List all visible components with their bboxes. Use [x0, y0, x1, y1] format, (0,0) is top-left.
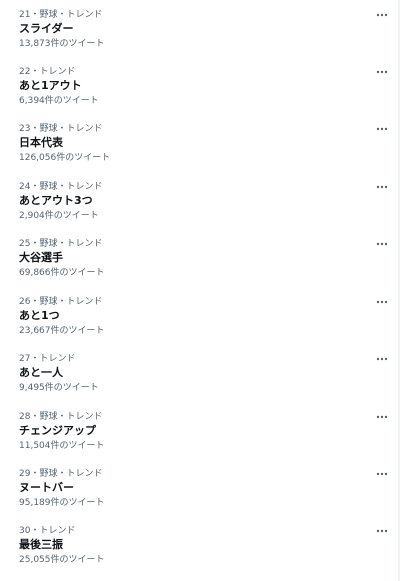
trend-name: 最後三振: [19, 538, 63, 551]
trend-meta: 24・野球・トレンド: [19, 182, 103, 192]
trend-tweet-count: 69,866件のツイート: [19, 268, 105, 278]
trend-item[interactable]: 24・野球・トレンド あとアウト3つ 2,904件のツイート: [0, 172, 396, 229]
more-icon: [376, 300, 388, 304]
trend-item[interactable]: 29・野球・トレンド ヌートバー 95,189件のツイート: [0, 459, 396, 516]
trend-meta: 30・トレンド: [19, 526, 76, 536]
trend-name: スライダー: [19, 22, 74, 35]
more-icon: [376, 70, 388, 74]
trend-item[interactable]: 27・トレンド あと一人 9,495件のツイート: [0, 344, 396, 401]
trend-tweet-count: 25,055件のツイート: [19, 555, 105, 565]
trend-tweet-count: 23,667件のツイート: [19, 326, 105, 336]
trend-list: 21・野球・トレンド スライダー 13,873件のツイート 22・トレンド あと…: [0, 0, 399, 581]
trend-name: チェンジアップ: [19, 424, 96, 437]
more-icon: [376, 185, 388, 189]
trend-tweet-count: 9,495件のツイート: [19, 383, 99, 393]
trend-name: あと1つ: [19, 309, 60, 322]
trend-item[interactable]: 30・トレンド 最後三振 25,055件のツイート: [0, 516, 396, 573]
more-icon: [376, 415, 388, 419]
trend-item[interactable]: 26・野球・トレンド あと1つ 23,667件のツイート: [0, 287, 396, 344]
trends-page: 21・野球・トレンド スライダー 13,873件のツイート 22・トレンド あと…: [0, 0, 400, 581]
trend-item[interactable]: 22・トレンド あと1アウト 6,394件のツイート: [0, 57, 396, 114]
trend-name: あとアウト3つ: [19, 194, 93, 207]
trend-meta: 22・トレンド: [19, 67, 76, 77]
trend-tweet-count: 126,056件のツイート: [19, 153, 111, 163]
more-icon: [376, 242, 388, 246]
more-options-button[interactable]: [372, 122, 392, 136]
more-icon: [376, 357, 388, 361]
more-icon: [376, 529, 388, 533]
trend-name: 大谷選手: [19, 251, 63, 264]
more-options-button[interactable]: [372, 352, 392, 366]
trend-meta: 23・野球・トレンド: [19, 124, 103, 134]
trend-tweet-count: 13,873件のツイート: [19, 39, 105, 49]
trend-meta: 21・野球・トレンド: [19, 10, 103, 20]
trend-name: あと1アウト: [19, 79, 82, 92]
more-options-button[interactable]: [372, 410, 392, 424]
trend-item[interactable]: 21・野球・トレンド スライダー 13,873件のツイート: [0, 0, 396, 57]
trend-item[interactable]: 25・野球・トレンド 大谷選手 69,866件のツイート: [0, 229, 396, 286]
more-options-button[interactable]: [372, 295, 392, 309]
trend-tweet-count: 11,504件のツイート: [19, 441, 105, 451]
more-options-button[interactable]: [372, 524, 392, 538]
trend-meta: 26・野球・トレンド: [19, 297, 103, 307]
more-icon: [376, 127, 388, 131]
more-icon: [376, 13, 388, 17]
trend-name: ヌートバー: [19, 481, 74, 494]
more-options-button[interactable]: [372, 237, 392, 251]
more-options-button[interactable]: [372, 8, 392, 22]
more-options-button[interactable]: [372, 65, 392, 79]
trend-tweet-count: 2,904件のツイート: [19, 211, 99, 221]
trend-meta: 28・野球・トレンド: [19, 412, 103, 422]
trend-tweet-count: 95,189件のツイート: [19, 498, 105, 508]
trend-meta: 25・野球・トレンド: [19, 239, 103, 249]
trend-tweet-count: 6,394件のツイート: [19, 96, 99, 106]
trend-item[interactable]: 23・野球・トレンド 日本代表 126,056件のツイート: [0, 114, 396, 171]
more-options-button[interactable]: [372, 180, 392, 194]
trend-name: あと一人: [19, 366, 63, 379]
trend-meta: 27・トレンド: [19, 354, 76, 364]
trend-item[interactable]: 28・野球・トレンド チェンジアップ 11,504件のツイート: [0, 402, 396, 459]
trend-name: 日本代表: [19, 136, 63, 149]
trend-meta: 29・野球・トレンド: [19, 469, 103, 479]
more-icon: [376, 472, 388, 476]
more-options-button[interactable]: [372, 467, 392, 481]
